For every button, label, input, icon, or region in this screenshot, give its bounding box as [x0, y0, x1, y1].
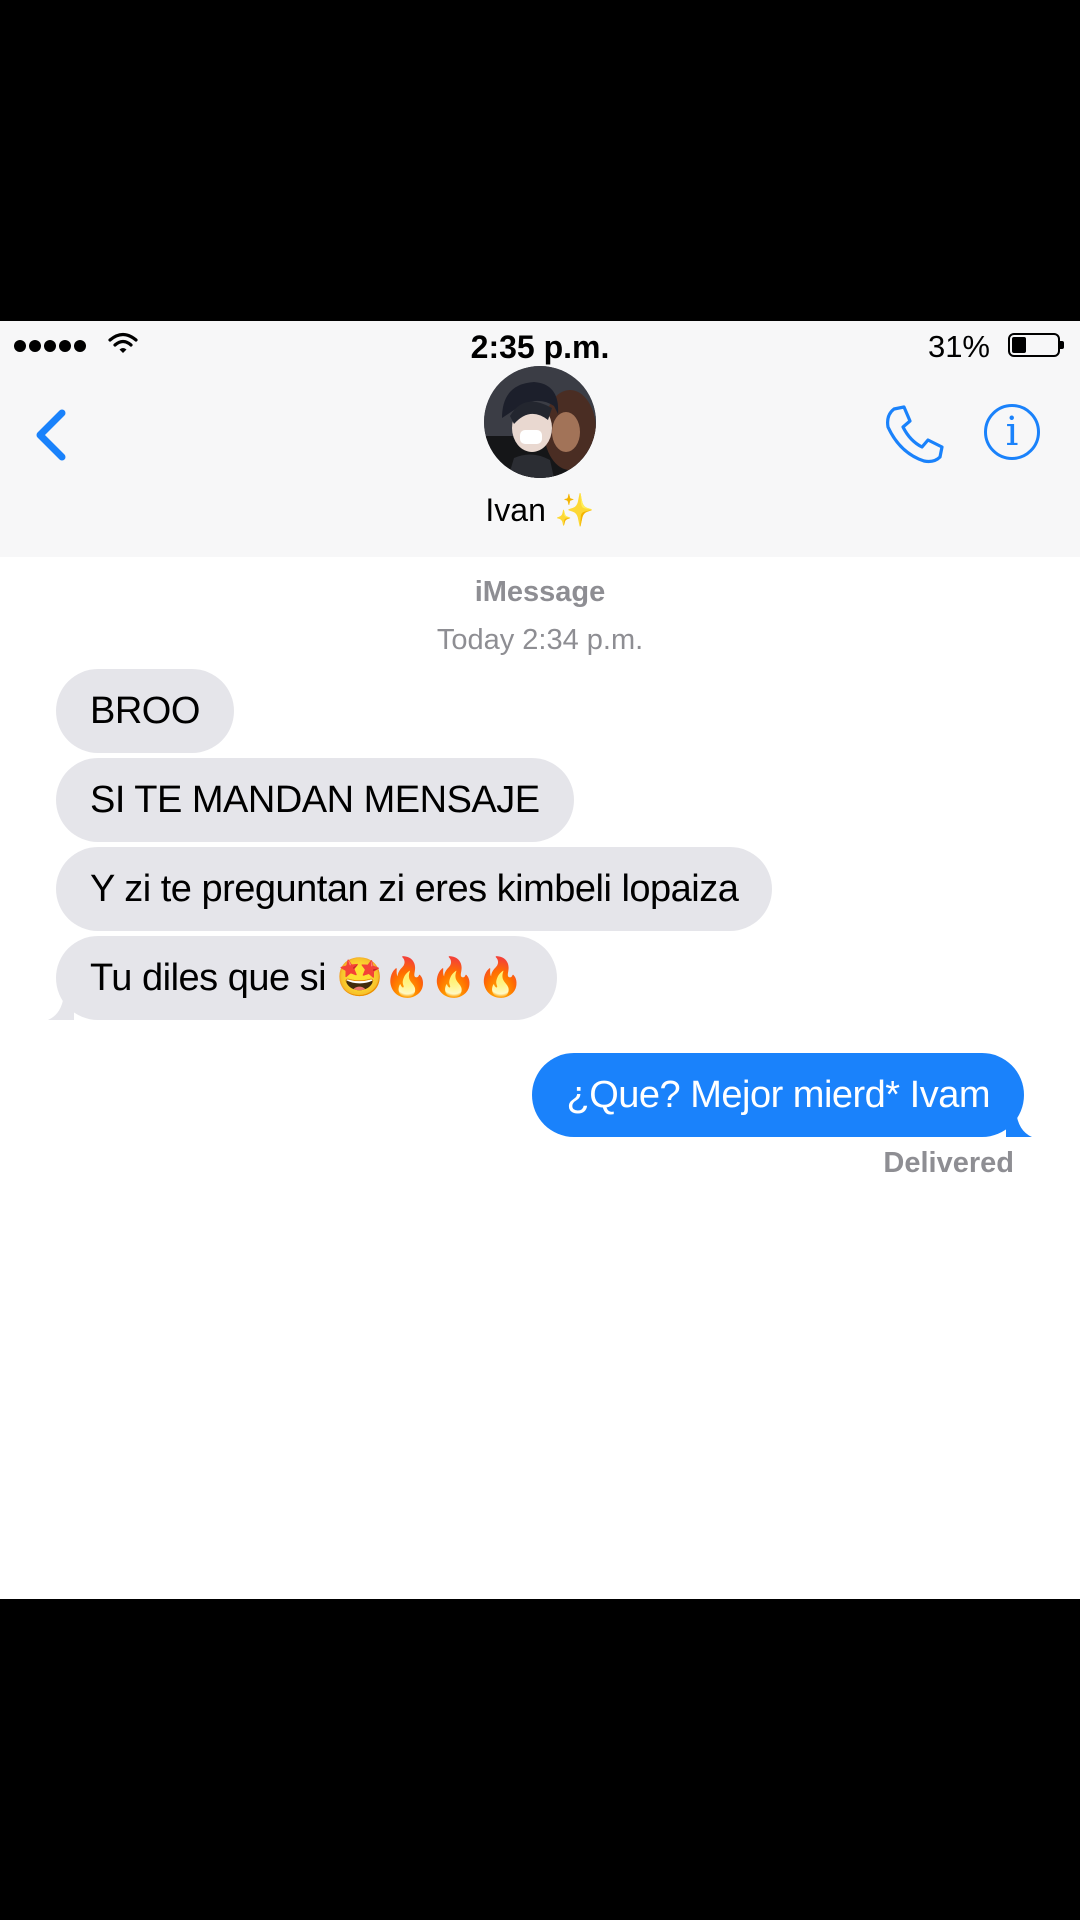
thread-timestamp: Today 2:34 p.m.	[436, 624, 644, 656]
battery-icon	[1008, 333, 1064, 357]
service-label: iMessage	[474, 576, 606, 608]
incoming-message[interactable]: Y zi te preguntan zi eres kimbeli lopaiz…	[56, 847, 773, 931]
avatar[interactable]	[484, 366, 596, 478]
info-icon: i	[1005, 409, 1019, 455]
phone-icon	[886, 405, 944, 464]
outgoing-bubble-tail	[1006, 1111, 1032, 1137]
avatar-image	[484, 366, 596, 478]
delivery-status: Delivered	[883, 1147, 1014, 1179]
status-time: 2:35 p.m.	[470, 329, 610, 365]
battery-percentage: 31%	[927, 329, 990, 364]
incoming-bubble-tail	[48, 994, 74, 1020]
back-button[interactable]	[28, 399, 76, 469]
incoming-message[interactable]: SI TE MANDAN MENSAJE	[56, 758, 574, 842]
status-bar: 2:35 p.m. 31%	[0, 321, 1080, 369]
conversation-header: 2:35 p.m. 31% Ivan ✨ i	[0, 321, 1080, 557]
chevron-left-icon	[36, 409, 66, 461]
incoming-message[interactable]: BROO	[56, 669, 234, 753]
messages-screen: 2:35 p.m. 31% Ivan ✨ i iMessage Today 2:…	[0, 321, 1080, 1599]
contact-name[interactable]: Ivan ✨	[0, 491, 1080, 529]
call-button[interactable]	[880, 401, 946, 467]
incoming-message[interactable]: Tu diles que si 🤩🔥🔥🔥	[56, 936, 558, 1020]
outgoing-message[interactable]: ¿Que? Mejor mierd* Ivam	[532, 1053, 1024, 1137]
info-button[interactable]: i	[984, 404, 1040, 460]
